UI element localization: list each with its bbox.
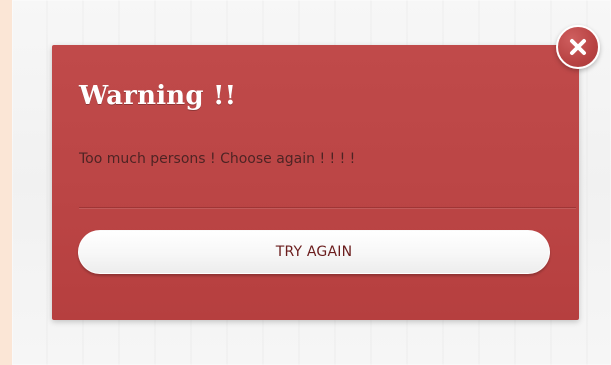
try-again-button[interactable]: TRY AGAIN <box>78 230 550 274</box>
close-icon <box>570 39 586 55</box>
dialog-title: Warning !! <box>79 81 237 111</box>
dialog-message: Too much persons ! Choose again ! ! ! ! <box>79 151 356 167</box>
warning-dialog: Warning !! Too much persons ! Choose aga… <box>52 45 579 320</box>
dialog-divider <box>79 207 576 208</box>
close-button[interactable] <box>556 25 600 69</box>
